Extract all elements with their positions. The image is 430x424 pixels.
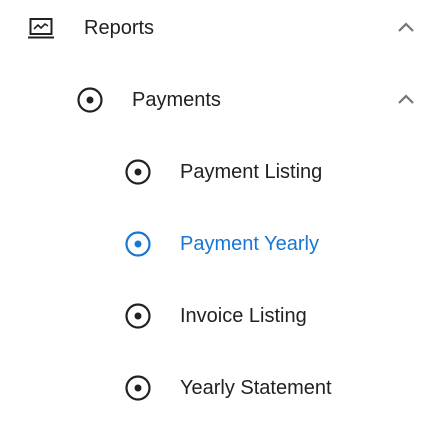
nav-item-label: Payments [132, 88, 221, 111]
nav-item-label: Invoice Listing [180, 304, 307, 327]
nav-item-label: Payment Listing [180, 160, 323, 183]
radio-dot-icon [124, 230, 152, 258]
sidebar-nav: Reports Payments Payment Listing Payment… [0, 0, 430, 416]
nav-item-invoice-listing[interactable]: Invoice Listing [0, 280, 430, 352]
nav-item-payment-yearly[interactable]: Payment Yearly [0, 208, 430, 280]
nav-item-payments[interactable]: Payments [0, 64, 430, 136]
chevron-up-icon[interactable] [396, 90, 416, 110]
nav-item-reports[interactable]: Reports [0, 0, 430, 64]
chevron-up-icon[interactable] [396, 18, 416, 38]
nav-item-label: Payment Yearly [180, 232, 319, 255]
nav-item-payment-listing[interactable]: Payment Listing [0, 136, 430, 208]
report-chart-icon [27, 14, 55, 42]
nav-item-label: Yearly Statement [180, 376, 332, 399]
radio-dot-icon [124, 374, 152, 402]
nav-item-yearly-statement[interactable]: Yearly Statement [0, 352, 430, 424]
radio-dot-icon [76, 86, 104, 114]
nav-item-label: Reports [84, 16, 155, 39]
radio-dot-icon [124, 158, 152, 186]
radio-dot-icon [124, 302, 152, 330]
